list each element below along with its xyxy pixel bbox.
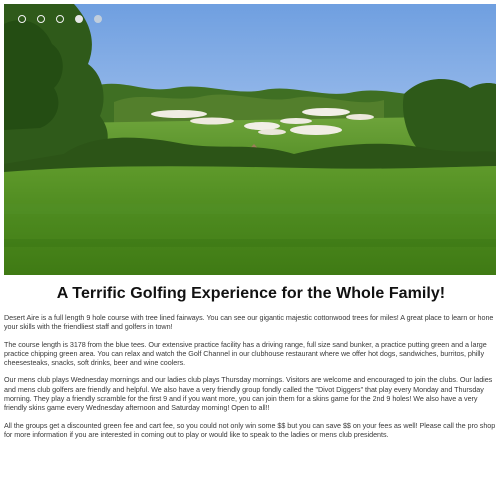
hero-slider[interactable]: [4, 4, 496, 275]
paragraph-fees: All the groups get a discounted green fe…: [4, 420, 496, 439]
slider-dots: [18, 15, 102, 23]
slider-dot-5[interactable]: [94, 15, 102, 23]
paragraph-course: The course length is 3178 from the blue …: [4, 339, 487, 368]
paragraph-clubs: Our mens club plays Wednesday mornings a…: [4, 375, 493, 413]
slider-dot-2[interactable]: [37, 15, 45, 23]
paragraph-intro: Desert Aire is a full length 9 hole cour…: [4, 313, 494, 332]
page-title: A Terrific Golfing Experience for the Wh…: [56, 285, 446, 302]
golf-course-photo: [4, 4, 496, 275]
main-content: A Terrific Golfing Experience for the Wh…: [4, 285, 498, 447]
slider-dot-4[interactable]: [75, 15, 83, 23]
slider-dot-3[interactable]: [56, 15, 64, 23]
slider-dot-1[interactable]: [18, 15, 26, 23]
